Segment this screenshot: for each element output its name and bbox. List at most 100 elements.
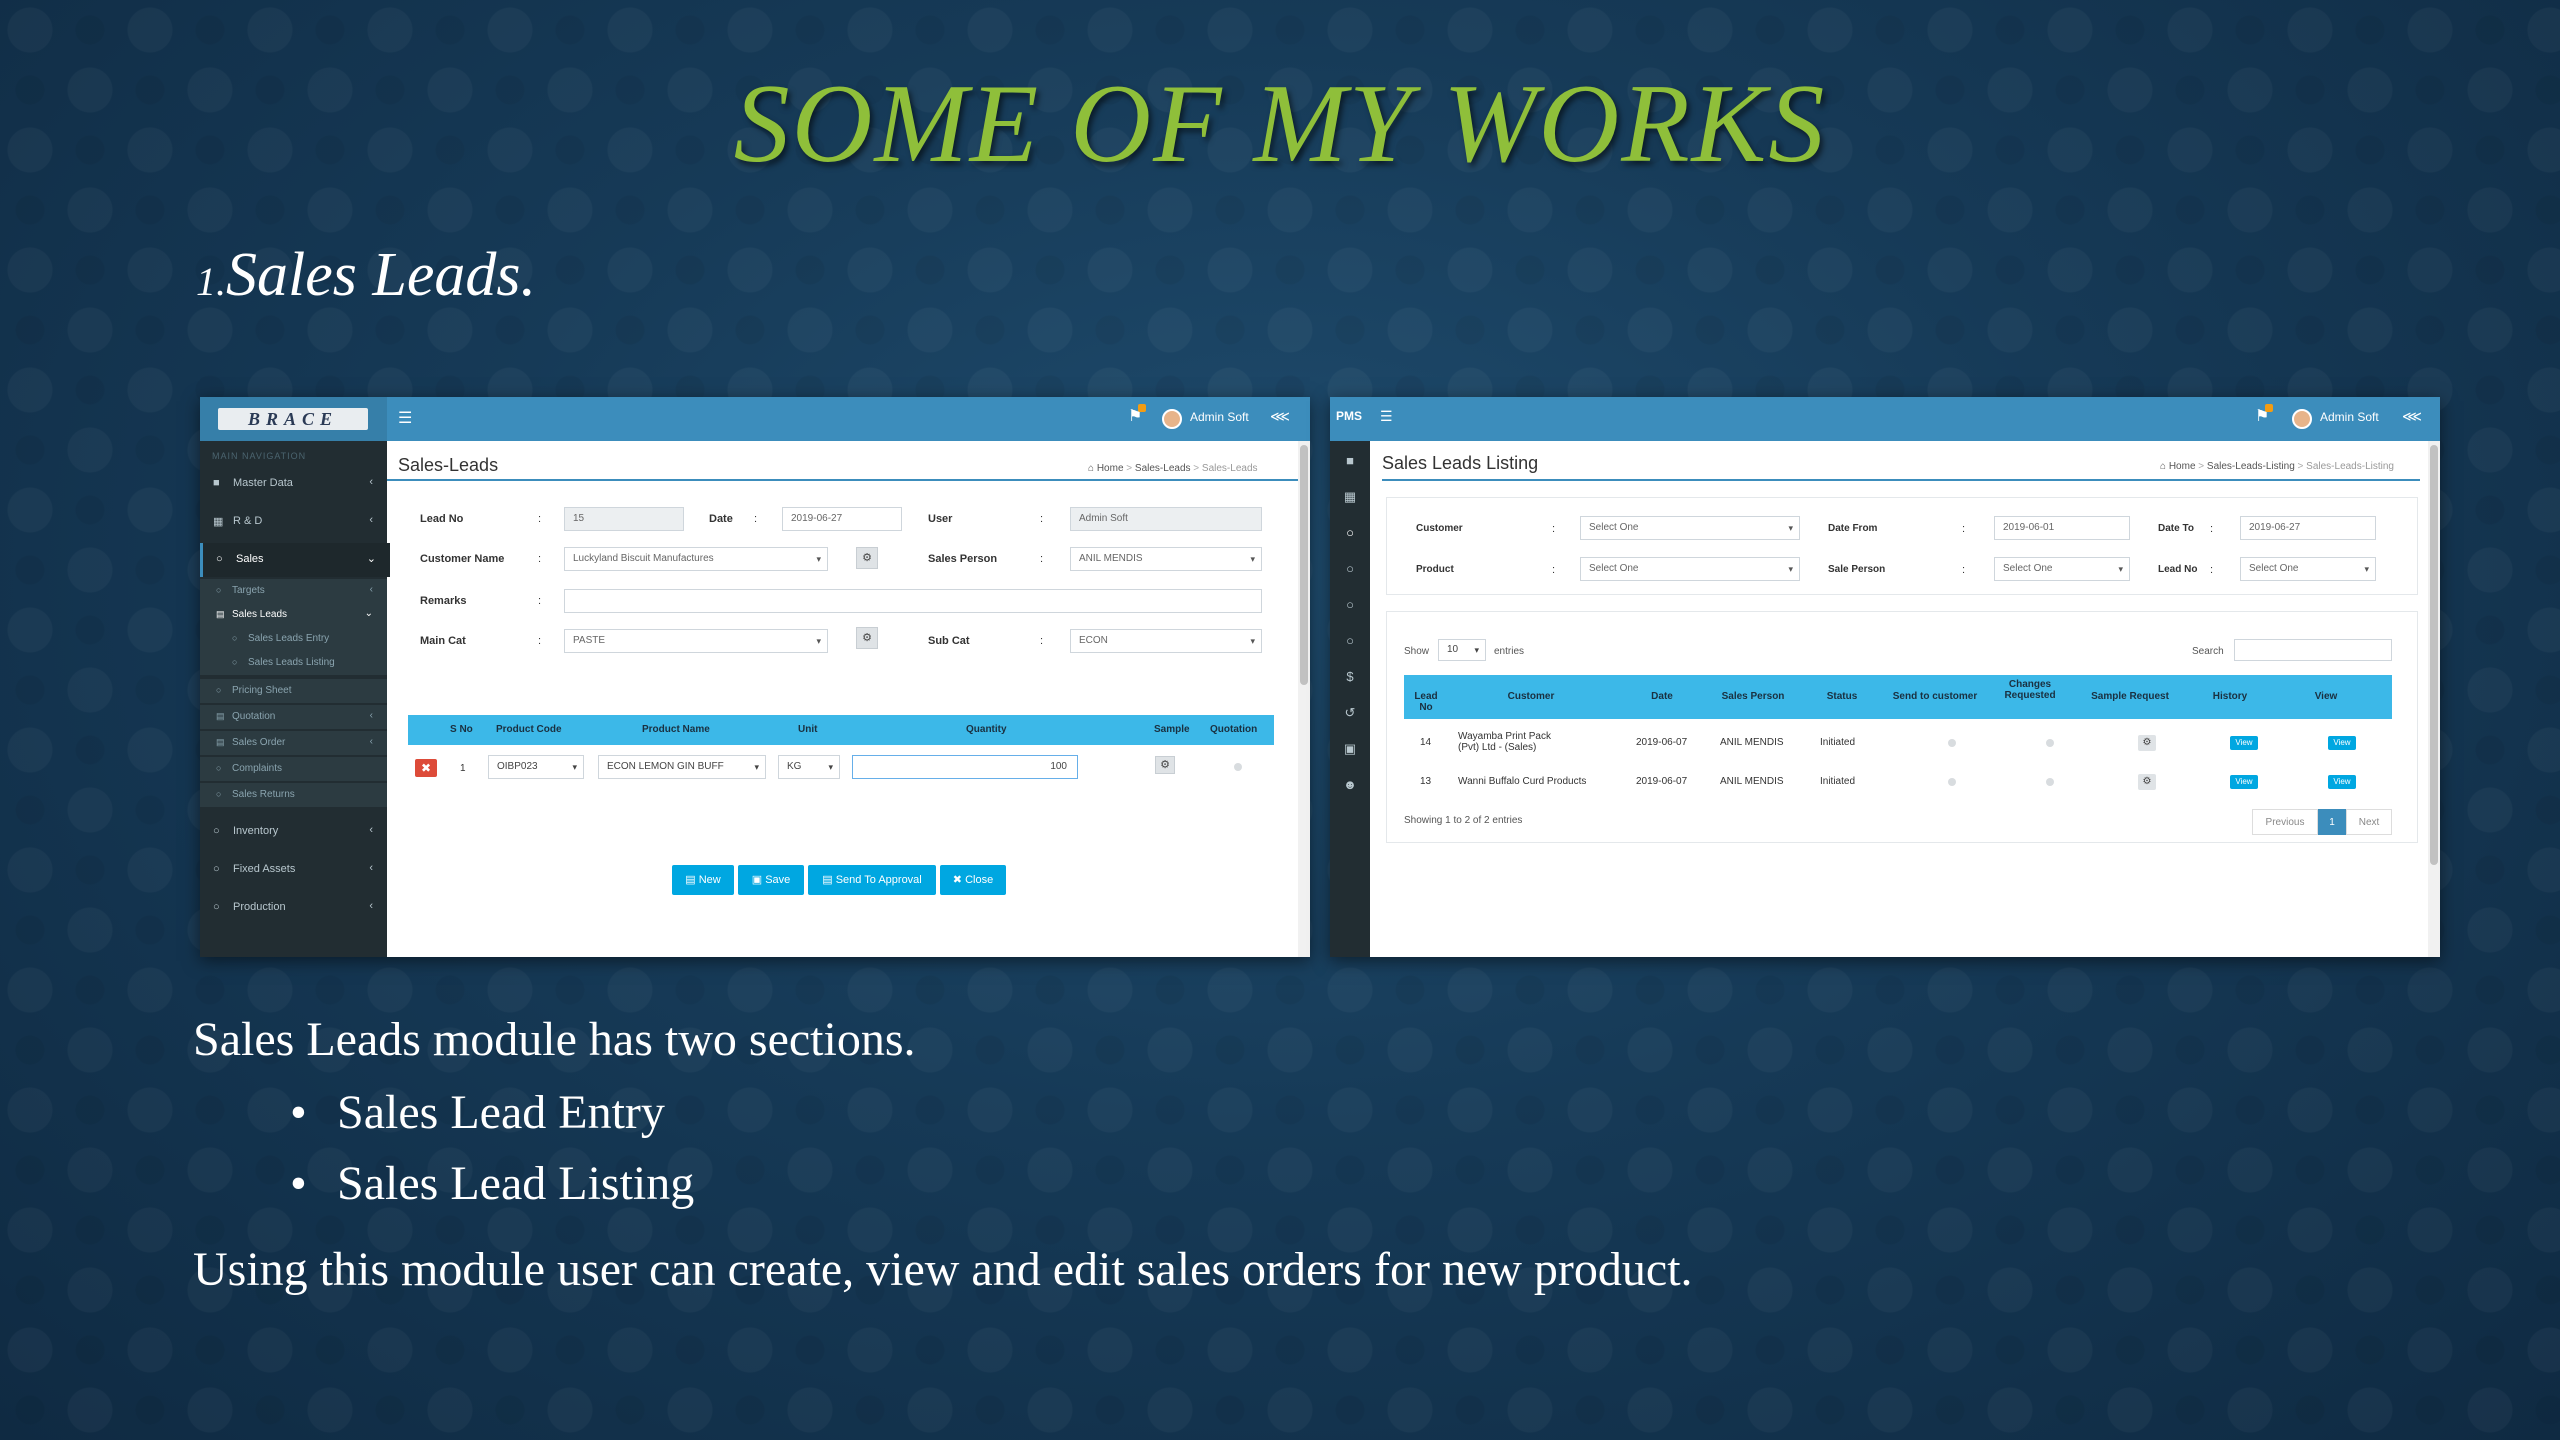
user-name[interactable]: Admin Soft — [2320, 410, 2379, 424]
breadcrumb-item[interactable]: Sales-Leads-Listing — [2207, 461, 2295, 472]
logo-text: BRACE — [218, 408, 368, 430]
caret-down-icon: ▾ — [1788, 564, 1793, 574]
sample-request-button[interactable]: ⚙ — [2138, 774, 2156, 790]
circle-icon: ○ — [216, 763, 222, 773]
history-button[interactable]: View — [2230, 736, 2258, 750]
brand[interactable]: PMS — [1336, 409, 1362, 423]
sidebar-sub-sales-returns[interactable]: ○ Sales Returns — [200, 783, 387, 807]
main-cat-select[interactable]: PASTE ▾ — [564, 629, 828, 653]
breadcrumb-home[interactable]: Home — [1097, 463, 1124, 474]
sale-person-filter-select[interactable]: Select One ▾ — [1994, 557, 2130, 581]
pagination-next[interactable]: Next — [2346, 809, 2392, 835]
sidebar-item-master-data[interactable]: ■ Master Data ‹ — [200, 467, 387, 501]
circle-icon: ○ — [216, 685, 222, 695]
lead-no-filter-select[interactable]: Select One ▾ — [2240, 557, 2376, 581]
sidebar-sub-pricing-sheet[interactable]: ○ Pricing Sheet — [200, 679, 387, 703]
hamburger-icon[interactable]: ☰ — [398, 408, 412, 428]
lead-no-field[interactable]: 15 — [564, 507, 684, 531]
remove-row-button[interactable]: ✖ — [415, 759, 437, 777]
sidebar-sub-complaints[interactable]: ○ Complaints — [200, 757, 387, 781]
close-icon: ✖ — [952, 874, 963, 886]
showing-info: Showing 1 to 2 of 2 entries — [1404, 815, 1523, 826]
sub-cat-select[interactable]: ECON ▾ — [1070, 629, 1262, 653]
user-icon[interactable]: ☻ — [1330, 777, 1370, 792]
customer-filter-select[interactable]: Select One ▾ — [1580, 516, 1800, 540]
main-cat-label: Main Cat — [420, 635, 466, 647]
header-divider — [387, 479, 1298, 481]
avatar[interactable] — [1162, 409, 1182, 429]
circle-icon[interactable]: ○ — [1330, 525, 1370, 540]
dashboard-icon[interactable]: ■ — [1330, 453, 1370, 468]
caret-down-icon: ▾ — [816, 636, 821, 646]
pagination-page[interactable]: 1 — [2318, 809, 2346, 835]
sidebar-item-rnd[interactable]: ▦ R & D ‹ — [200, 505, 387, 539]
share-icon[interactable]: ⋘ — [2402, 408, 2422, 425]
bullet-icon: • — [290, 1086, 307, 1139]
sidebar-sub-targets[interactable]: ○ Targets ‹ — [200, 579, 387, 603]
product-name-select[interactable]: ECON LEMON GIN BUFF ▾ — [598, 755, 766, 779]
sidebar-sub-sales-leads-entry[interactable]: ○ Sales Leads Entry — [200, 627, 387, 651]
product-code-select[interactable]: OIBP023 ▾ — [488, 755, 584, 779]
remarks-input[interactable] — [564, 589, 1262, 613]
new-button[interactable]: ▤ New — [672, 865, 734, 895]
quantity-input[interactable]: 100 — [852, 755, 1078, 779]
view-button[interactable]: View — [2328, 775, 2356, 789]
sidebar-sub-sales-leads[interactable]: ▤ Sales Leads ⌄ — [200, 603, 387, 627]
view-button[interactable]: View — [2328, 736, 2356, 750]
circle-icon[interactable]: ○ — [1330, 561, 1370, 576]
scrollbar[interactable] — [2428, 441, 2440, 957]
row-date: 2019-06-07 — [1636, 737, 1688, 748]
chevron-left-icon: ‹ — [369, 514, 373, 526]
sample-button[interactable]: ⚙ — [1155, 756, 1175, 774]
save-button[interactable]: ▣ Save — [738, 865, 804, 895]
refresh-icon[interactable]: ↺ — [1330, 705, 1370, 721]
sidebar-item-inventory[interactable]: ○ Inventory ‹ — [200, 815, 387, 849]
sidebar-item-production[interactable]: ○ Production ‹ — [200, 891, 387, 925]
breadcrumb-item[interactable]: Sales-Leads — [1135, 463, 1191, 474]
pagination-previous[interactable]: Previous — [2252, 809, 2318, 835]
avatar[interactable] — [2292, 409, 2312, 429]
bell-icon[interactable]: ⚑ — [2255, 404, 2273, 426]
file-icon: ▤ — [216, 609, 225, 619]
product-filter-select[interactable]: Select One ▾ — [1580, 557, 1800, 581]
search-input[interactable] — [2234, 639, 2392, 661]
date-field[interactable]: 2019-06-27 — [782, 507, 902, 531]
user-name[interactable]: Admin Soft — [1190, 410, 1249, 424]
sample-request-button[interactable]: ⚙ — [2138, 735, 2156, 751]
hamburger-icon[interactable]: ☰ — [1380, 408, 1393, 425]
sidebar-sub-sales-leads-listing[interactable]: ○ Sales Leads Listing — [200, 651, 387, 675]
send-to-customer-indicator — [1948, 778, 1956, 786]
unit-select[interactable]: KG ▾ — [778, 755, 840, 779]
close-button[interactable]: ✖ Close — [940, 865, 1006, 895]
main-cat-settings-button[interactable]: ⚙ — [856, 627, 878, 649]
history-button[interactable]: View — [2230, 775, 2258, 789]
user-field[interactable]: Admin Soft — [1070, 507, 1262, 531]
logo[interactable]: BRACE — [200, 397, 387, 441]
circle-icon: ○ — [232, 657, 238, 667]
customer-settings-button[interactable]: ⚙ — [856, 547, 878, 569]
row-sales-person: ANIL MENDIS — [1720, 737, 1784, 748]
grid-icon[interactable]: ▦ — [1330, 489, 1370, 505]
sidebar-item-fixed-assets[interactable]: ○ Fixed Assets ‹ — [200, 853, 387, 887]
date-to-field[interactable]: 2019-06-27 — [2240, 516, 2376, 540]
share-icon[interactable]: ⋘ — [1270, 408, 1290, 425]
customer-name-select[interactable]: Luckyland Biscuit Manufactures ▾ — [564, 547, 828, 571]
folder-icon[interactable]: ▣ — [1330, 741, 1370, 757]
scrollbar[interactable] — [1298, 441, 1310, 957]
sidebar-sub-sales-order[interactable]: ▤ Sales Order ‹ — [200, 731, 387, 755]
send-to-approval-button[interactable]: ▤ Send To Approval — [808, 865, 936, 895]
entries-label: entries — [1494, 646, 1525, 657]
sales-person-select[interactable]: ANIL MENDIS ▾ — [1070, 547, 1262, 571]
remarks-label: Remarks — [420, 595, 467, 607]
sidebar: MAIN NAVIGATION ■ Master Data ‹ ▦ R & D ‹ ○ S… — [200, 441, 390, 957]
customer-name-label: Customer Name — [420, 553, 505, 565]
date-from-field[interactable]: 2019-06-01 — [1994, 516, 2130, 540]
breadcrumb-home[interactable]: Home — [2169, 461, 2196, 472]
sidebar-item-sales[interactable]: ○ Sales ⌄ — [200, 543, 390, 577]
bell-icon[interactable]: ⚑ — [1128, 404, 1146, 426]
page-size-select[interactable]: 10 ▾ — [1438, 639, 1486, 661]
sidebar-sub-quotation[interactable]: ▤ Quotation ‹ — [200, 705, 387, 729]
circle-icon[interactable]: ○ — [1330, 633, 1370, 648]
dollar-icon[interactable]: $ — [1330, 669, 1370, 684]
circle-icon[interactable]: ○ — [1330, 597, 1370, 612]
